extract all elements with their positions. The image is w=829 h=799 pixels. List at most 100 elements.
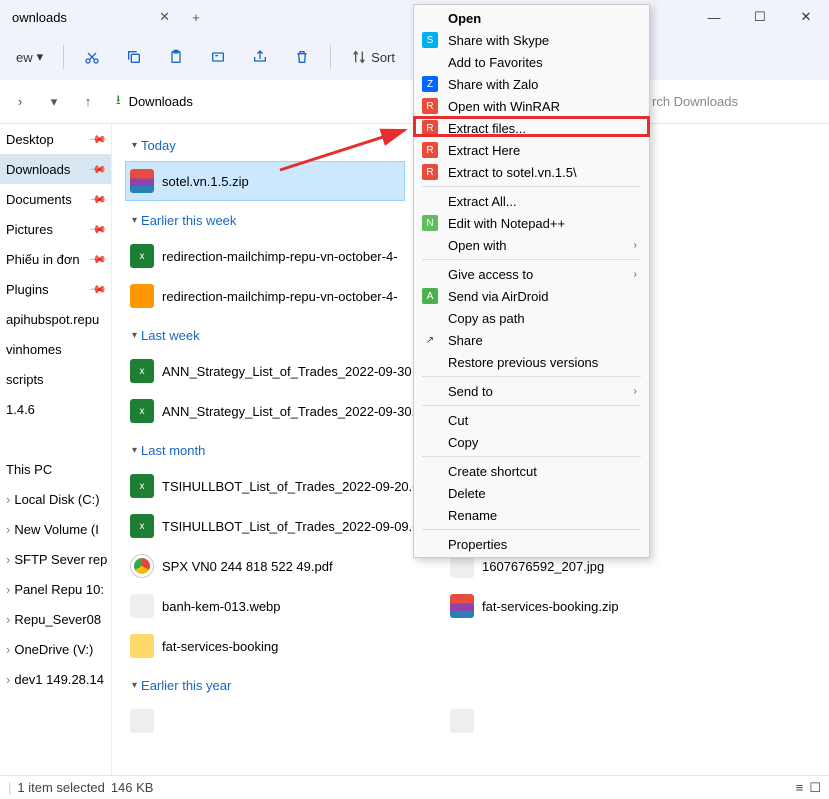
menu-item[interactable]: ROpen with WinRAR: [414, 95, 649, 117]
breadcrumb-segment[interactable]: Downloads: [129, 94, 193, 109]
toolbar-divider: [63, 45, 64, 69]
tiles-view-button[interactable]: ☐: [809, 780, 821, 796]
menu-item[interactable]: Delete: [414, 482, 649, 504]
group-header-label: Last month: [141, 443, 205, 458]
sidebar-item-label: Pictures: [6, 222, 53, 237]
sidebar-item[interactable]: Phiếu in đơn📌: [0, 244, 111, 274]
sidebar-item[interactable]: [0, 424, 111, 454]
new-button[interactable]: ew ▾: [6, 43, 53, 71]
menu-item[interactable]: Add to Favorites: [414, 51, 649, 73]
rar-icon: [130, 169, 154, 193]
sidebar-item[interactable]: Downloads📌: [0, 154, 111, 184]
status-selection: 1 item selected: [17, 780, 104, 795]
maximize-button[interactable]: ☐: [737, 0, 783, 34]
search-input[interactable]: rch Downloads: [643, 86, 823, 118]
sidebar-item[interactable]: vinhomes: [0, 334, 111, 364]
menu-item[interactable]: Open with›: [414, 234, 649, 256]
file-item[interactable]: redirection-mailchimp-repu-vn-october-4-: [130, 236, 410, 276]
file-item[interactable]: fat-services-booking: [130, 626, 410, 666]
sidebar-item[interactable]: Plugins📌: [0, 274, 111, 304]
menu-item-icon: A: [422, 288, 438, 304]
menu-item-label: Extract All...: [448, 194, 517, 209]
group-header[interactable]: ▾ Earlier this year: [130, 670, 811, 701]
file-item[interactable]: [450, 701, 730, 741]
file-item[interactable]: ANN_Strategy_List_of_Trades_2022-09-30.c…: [130, 391, 428, 431]
menu-item[interactable]: Cut: [414, 409, 649, 431]
sidebar-item[interactable]: Desktop📌: [0, 124, 111, 154]
menu-item[interactable]: RExtract files...: [414, 117, 649, 139]
sidebar-item[interactable]: This PC: [0, 454, 111, 484]
sidebar-item[interactable]: ›Repu_Sever08: [0, 604, 111, 634]
menu-item[interactable]: ASend via AirDroid: [414, 285, 649, 307]
group-header-label: Earlier this week: [141, 213, 236, 228]
up-button[interactable]: ↑: [74, 88, 102, 116]
sidebar-item[interactable]: › Panel Repu 10:: [0, 574, 111, 604]
chevron-down-icon: ▾: [37, 49, 44, 65]
menu-item[interactable]: Copy as path: [414, 307, 649, 329]
sidebar-item[interactable]: Documents📌: [0, 184, 111, 214]
menu-item[interactable]: Properties: [414, 533, 649, 555]
cut-button[interactable]: [74, 43, 110, 71]
window-tab[interactable]: ownloads ✕: [0, 0, 180, 34]
menu-item[interactable]: Restore previous versions: [414, 351, 649, 373]
new-tab-button[interactable]: +: [180, 0, 212, 34]
group-header-label: Last week: [141, 328, 200, 343]
menu-item[interactable]: NEdit with Notepad++: [414, 212, 649, 234]
file-item[interactable]: sotel.vn.1.5.zip: [125, 161, 405, 201]
sidebar-item[interactable]: ›Local Disk (C:): [0, 484, 111, 514]
menu-separator: [422, 405, 641, 406]
file-item[interactable]: SPX VN0 244 818 522 49.pdf: [130, 546, 410, 586]
submenu-arrow-icon: ›: [634, 386, 637, 397]
file-item[interactable]: [130, 701, 410, 741]
file-item[interactable]: TSIHULLBOT_List_of_Trades_2022-09-09.csv: [130, 506, 432, 546]
menu-item[interactable]: Copy: [414, 431, 649, 453]
chevron-right-icon: ›: [6, 582, 10, 597]
file-item[interactable]: ANN_Strategy_List_of_Trades_2022-09-30 (…: [130, 351, 427, 391]
copy-button[interactable]: [116, 43, 152, 71]
menu-item[interactable]: RExtract to sotel.vn.1.5\: [414, 161, 649, 183]
sidebar-item[interactable]: Pictures📌: [0, 214, 111, 244]
share-button[interactable]: [242, 43, 278, 71]
chevron-down-icon: ▾: [132, 680, 137, 691]
file-item[interactable]: fat-services-booking.zip: [450, 586, 730, 626]
details-view-button[interactable]: ≡: [796, 780, 804, 796]
sidebar-item-label: vinhomes: [6, 342, 62, 357]
sidebar-item[interactable]: ›SFTP Sever rep: [0, 544, 111, 574]
back-button[interactable]: ›: [6, 88, 34, 116]
sidebar-item-label: OneDrive (V:): [14, 642, 93, 657]
menu-item[interactable]: Give access to›: [414, 263, 649, 285]
menu-item[interactable]: Create shortcut: [414, 460, 649, 482]
menu-item-label: Open with WinRAR: [448, 99, 560, 114]
rename-button[interactable]: [200, 43, 236, 71]
file-item[interactable]: redirection-mailchimp-repu-vn-october-4-: [130, 276, 410, 316]
delete-button[interactable]: [284, 43, 320, 71]
sidebar-item[interactable]: ›New Volume (I: [0, 514, 111, 544]
chevron-right-icon: ›: [6, 642, 10, 657]
menu-item[interactable]: Extract All...: [414, 190, 649, 212]
sidebar-item[interactable]: scripts: [0, 364, 111, 394]
menu-item[interactable]: SShare with Skype: [414, 29, 649, 51]
minimize-button[interactable]: —: [691, 0, 737, 34]
menu-item[interactable]: Open: [414, 7, 649, 29]
menu-item[interactable]: ZShare with Zalo: [414, 73, 649, 95]
recent-dropdown[interactable]: ▾: [40, 88, 68, 116]
file-item[interactable]: banh-kem-013.webp: [130, 586, 410, 626]
file-item[interactable]: TSIHULLBOT_List_of_Trades_2022-09-20.csv: [130, 466, 432, 506]
paste-button[interactable]: [158, 43, 194, 71]
sidebar-item[interactable]: ›dev1 149.28.14: [0, 664, 111, 694]
menu-item[interactable]: Send to›: [414, 380, 649, 402]
context-menu: OpenSShare with SkypeAdd to FavoritesZSh…: [413, 4, 650, 558]
file-name: SPX VN0 244 818 522 49.pdf: [162, 559, 333, 574]
menu-item[interactable]: Rename: [414, 504, 649, 526]
sidebar-item-label: Panel Repu 10:: [14, 582, 104, 597]
close-window-button[interactable]: ✕: [783, 0, 829, 34]
sidebar-item[interactable]: › OneDrive (V:): [0, 634, 111, 664]
menu-item[interactable]: ↗Share: [414, 329, 649, 351]
menu-item[interactable]: RExtract Here: [414, 139, 649, 161]
chevron-right-icon: ›: [6, 612, 10, 627]
group-header-label: Earlier this year: [141, 678, 231, 693]
tab-close-icon[interactable]: ✕: [159, 9, 170, 25]
sidebar-item[interactable]: 1.4.6: [0, 394, 111, 424]
sort-button[interactable]: Sort: [341, 43, 405, 71]
sidebar-item[interactable]: apihubspot.repu: [0, 304, 111, 334]
